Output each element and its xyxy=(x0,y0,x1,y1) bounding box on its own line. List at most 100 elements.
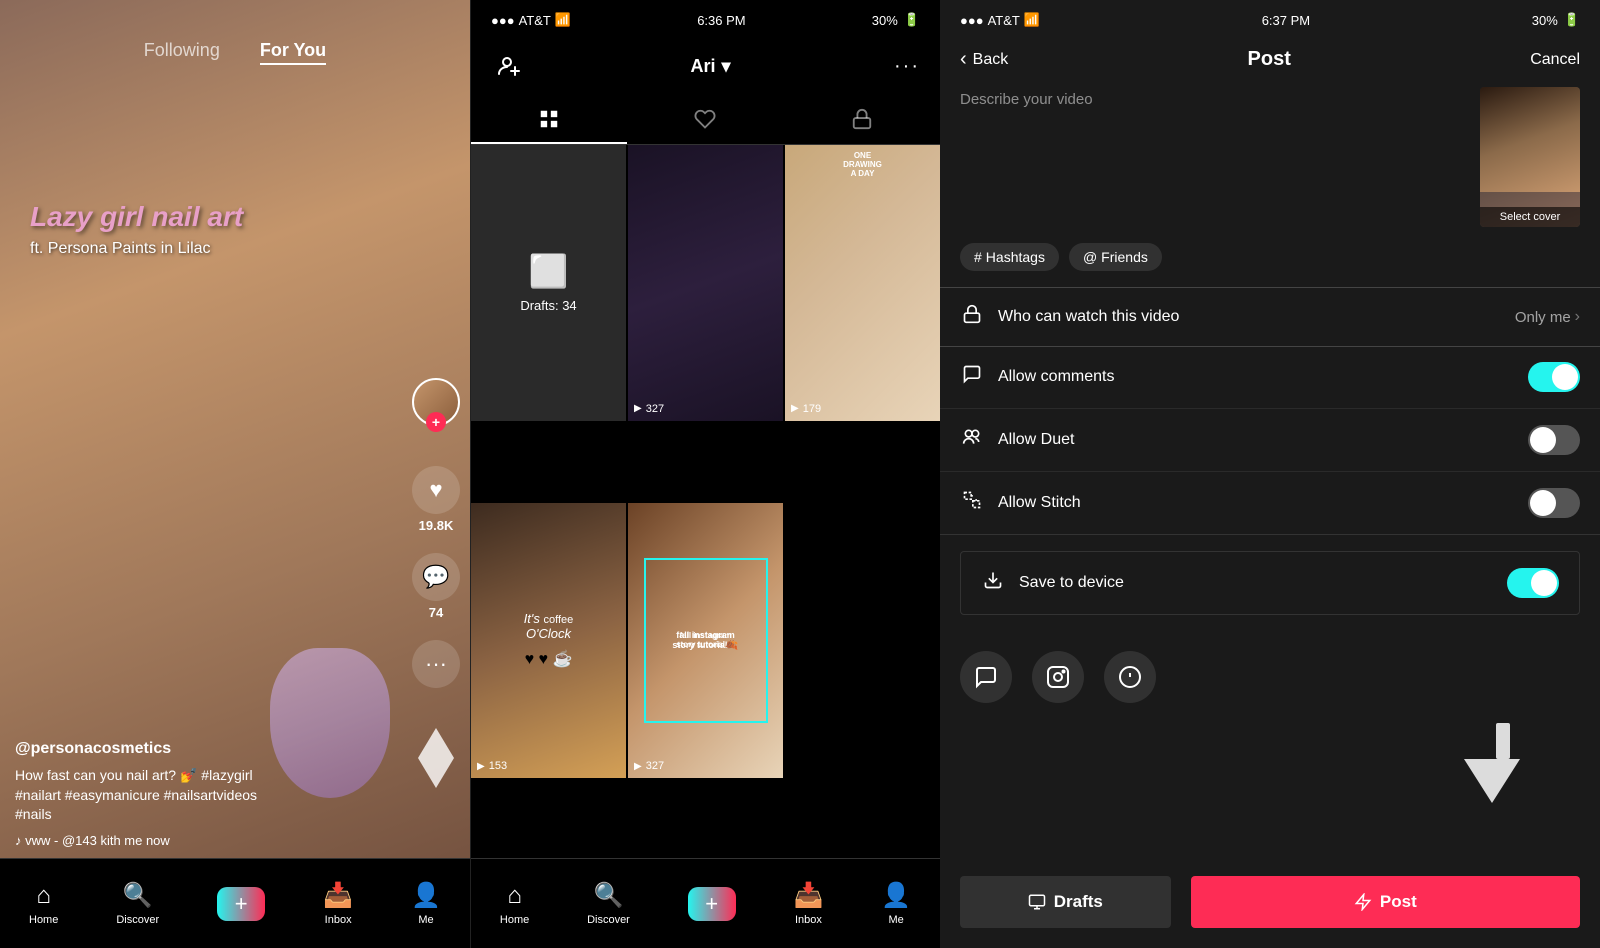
p2-home-icon: ⌂ xyxy=(507,882,522,910)
allow-stitch-left: Allow Stitch xyxy=(960,490,1081,516)
who-can-watch-current: Only me xyxy=(1515,309,1571,326)
video-tile-drawing[interactable]: ONEDRAWINGA DAY ▶ 179 xyxy=(785,145,940,421)
profile-tabs xyxy=(471,96,940,145)
tab-private[interactable] xyxy=(784,96,940,144)
instagram-share-icon xyxy=(1046,665,1070,689)
p2-nav-me[interactable]: 👤 Me xyxy=(881,881,911,926)
profile-bottom-nav: ⌂ Home 🔍 Discover + 📥 Inbox 👤 Me xyxy=(471,858,940,948)
follow-plus-button[interactable]: + xyxy=(426,412,446,432)
p2-nav-discover[interactable]: 🔍 Discover xyxy=(587,881,630,926)
friends-button[interactable]: @ Friends xyxy=(1069,243,1162,271)
allow-comments-left: Allow comments xyxy=(960,364,1114,390)
post-actions: Drafts Post xyxy=(940,856,1600,948)
p3-battery-percent: 30% xyxy=(1532,13,1558,28)
allow-comments-label: Allow comments xyxy=(998,368,1114,386)
duet-toggle-knob xyxy=(1530,427,1556,453)
profile-status-bar: ●●● AT&T 📶 6:36 PM 30% 🔋 xyxy=(471,0,940,40)
dropdown-chevron-icon[interactable]: ▾ xyxy=(721,56,730,77)
p2-nav-inbox[interactable]: 📥 Inbox xyxy=(793,881,823,926)
coffee-deco: ♥ ♥ ☕ xyxy=(524,649,574,669)
draft-box-icon: ⬜ xyxy=(529,252,569,290)
video-tile-sweater[interactable]: fall instagramstory tutorial🍂 fall insta… xyxy=(628,503,783,779)
allow-comments-toggle[interactable] xyxy=(1528,362,1580,392)
p2-me-icon: 👤 xyxy=(881,881,911,910)
heart-outline-icon xyxy=(694,108,716,130)
who-can-watch-row[interactable]: Who can watch this video Only me › xyxy=(939,287,1600,347)
save-device-left: Save to device xyxy=(981,570,1124,596)
wifi-icon: 📶 xyxy=(555,12,571,28)
comment-button[interactable]: 💬 74 xyxy=(412,553,460,620)
p2-nav-discover-label: Discover xyxy=(587,914,630,926)
me-icon: 👤 xyxy=(411,881,441,910)
profile-menu-button[interactable]: ··· xyxy=(894,55,920,78)
who-can-watch-label: Who can watch this video xyxy=(998,308,1179,326)
save-device-toggle[interactable] xyxy=(1507,568,1559,598)
allow-duet-row[interactable]: Allow Duet xyxy=(940,409,1600,472)
back-button[interactable]: ‹ Back xyxy=(960,48,1008,71)
create-button[interactable]: + xyxy=(217,887,265,921)
nav-home[interactable]: ⌂ Home xyxy=(29,882,58,926)
drafts-button-label: Drafts xyxy=(1054,892,1103,912)
tab-liked[interactable] xyxy=(627,96,783,144)
sweater-content: fall instagramstory tutorial🍂 fall insta… xyxy=(628,503,783,779)
nav-create[interactable]: + xyxy=(217,887,265,921)
inbox-icon: 📥 xyxy=(323,881,353,910)
who-can-watch-value: Only me › xyxy=(1515,308,1580,326)
like-button[interactable]: ♥ 19.8K xyxy=(412,466,460,533)
p2-create-button[interactable]: + xyxy=(688,887,736,921)
post-spark-icon xyxy=(1354,893,1372,911)
username-text: Ari xyxy=(690,56,715,77)
message-share-button[interactable] xyxy=(960,651,1012,703)
video-subtitle: ft. Persona Paints in Lilac xyxy=(30,240,243,258)
p3-carrier: AT&T xyxy=(988,13,1020,28)
nav-me[interactable]: 👤 Me xyxy=(411,881,441,926)
drafts-tile[interactable]: ⬜ Drafts: 34 xyxy=(471,145,626,421)
lock-icon xyxy=(851,108,873,130)
nav-inbox[interactable]: 📥 Inbox xyxy=(323,881,353,926)
nav-discover[interactable]: 🔍 Discover xyxy=(116,881,159,926)
p3-status-right: 30% 🔋 xyxy=(1532,12,1580,28)
cancel-button[interactable]: Cancel xyxy=(1530,51,1580,69)
p2-nav-inbox-label: Inbox xyxy=(795,914,822,926)
coffee-video-plays: ▶ 153 xyxy=(477,760,507,772)
video-text-overlay: Lazy girl nail art ft. Persona Paints in… xyxy=(30,200,243,258)
drafts-icon xyxy=(1028,893,1046,911)
post-status-left: ●●● AT&T 📶 xyxy=(960,12,1040,28)
drafts-button[interactable]: Drafts xyxy=(960,876,1171,928)
video-description-input[interactable]: Describe your video xyxy=(960,87,1464,227)
back-arrow-icon: ‹ xyxy=(960,48,967,71)
cover-image xyxy=(1480,87,1580,192)
allow-stitch-toggle[interactable] xyxy=(1528,488,1580,518)
share-button[interactable]: ··· xyxy=(412,640,460,688)
music-info[interactable]: ♪ vww - @143 kith me now xyxy=(15,833,400,848)
following-tab[interactable]: Following xyxy=(144,40,220,65)
signal-indicator: ●●● xyxy=(491,13,515,28)
play-icon: ▶ xyxy=(634,403,642,414)
creator-avatar[interactable]: + xyxy=(412,378,460,426)
video-tile-dark[interactable]: ▶ 327 xyxy=(628,145,783,421)
allow-stitch-row[interactable]: Allow Stitch xyxy=(940,472,1600,534)
nav-home-label: Home xyxy=(29,914,58,926)
for-you-tab[interactable]: For You xyxy=(260,40,326,65)
allow-comments-row[interactable]: Allow comments xyxy=(940,346,1600,409)
select-cover-label: Select cover xyxy=(1480,207,1580,227)
allow-duet-left: Allow Duet xyxy=(960,427,1074,453)
lock-setting-icon xyxy=(960,304,984,330)
cover-thumbnail[interactable]: Select cover xyxy=(1480,87,1580,227)
hashtags-button[interactable]: # Hashtags xyxy=(960,243,1059,271)
allow-duet-toggle[interactable] xyxy=(1528,425,1580,455)
p2-nav-create[interactable]: + xyxy=(688,887,736,921)
scroll-indicator xyxy=(940,723,1600,803)
status-left: ●●● AT&T 📶 xyxy=(491,12,571,28)
tab-grid[interactable] xyxy=(471,96,627,144)
post-button[interactable]: Post xyxy=(1191,876,1580,928)
save-to-device-row[interactable]: Save to device xyxy=(961,552,1579,614)
feed-actions: + ♥ 19.8K 💬 74 ··· xyxy=(412,378,460,788)
creator-username[interactable]: @personacosmetics xyxy=(15,740,400,758)
download-setting-icon xyxy=(981,570,1005,596)
more-share-button[interactable] xyxy=(1104,651,1156,703)
video-tile-coffee[interactable]: It's coffee O'Clock ♥ ♥ ☕ ▶ 153 xyxy=(471,503,626,779)
p2-nav-home[interactable]: ⌂ Home xyxy=(500,882,529,926)
instagram-share-button[interactable] xyxy=(1032,651,1084,703)
add-friend-button[interactable] xyxy=(491,48,527,84)
